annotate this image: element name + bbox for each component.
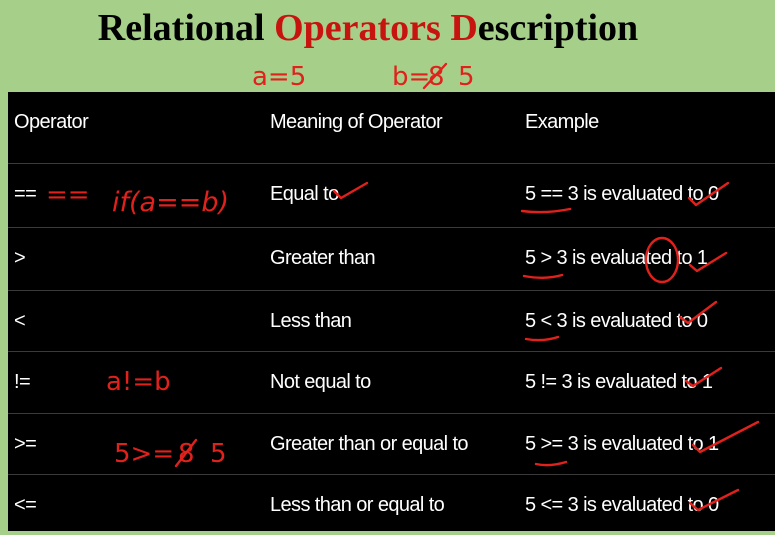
strike-line — [422, 62, 448, 90]
table-row: >= Greater than or equal to 5 >= 3 is ev… — [8, 413, 775, 474]
title-part-2: Operators — [274, 7, 441, 49]
example-cell: 5 <= 3 is evaluated to 0 — [525, 493, 719, 516]
meaning-cell: Less than — [270, 309, 352, 332]
example-cell: 5 == 3 is evaluated to 0 — [525, 182, 719, 205]
title-part-1: Relational — [97, 7, 275, 49]
page-title: Relational Operators Description — [0, 6, 736, 50]
annotation-b-struck-value: 8 — [428, 62, 445, 92]
annotation-b-equals: b= — [392, 62, 430, 92]
table-row: < Less than 5 < 3 is evaluated to 0 — [8, 290, 775, 351]
example-cell: 5 > 3 is evaluated to 1 — [525, 246, 708, 269]
operator-cell: != — [14, 370, 31, 393]
operator-cell: < — [14, 309, 26, 332]
operator-cell: >= — [14, 432, 37, 455]
title-part-4: D — [450, 7, 478, 49]
meaning-cell: Equal to — [270, 182, 339, 205]
example-cell: 5 < 3 is evaluated to 0 — [525, 309, 708, 332]
annotation-a-equals: a=5 — [252, 62, 306, 92]
operator-cell: <= — [14, 493, 37, 516]
operators-table: Operator Meaning of Operator Example == … — [8, 92, 775, 531]
title-part-5: escription — [477, 7, 639, 49]
title-part-3 — [441, 7, 451, 49]
annotation-b-value: 5 — [458, 62, 475, 92]
operator-cell: == — [14, 182, 37, 205]
table-row: == Equal to 5 == 3 is evaluated to 0 — [8, 163, 775, 224]
meaning-cell: Greater than or equal to — [270, 432, 469, 455]
operator-cell: > — [14, 246, 26, 269]
meaning-cell: Not equal to — [270, 370, 371, 393]
table-header-row: Operator Meaning of Operator Example — [8, 92, 775, 153]
header-example: Example — [525, 111, 599, 133]
header-meaning: Meaning of Operator — [270, 111, 443, 133]
meaning-cell: Greater than — [270, 246, 376, 269]
example-cell: 5 != 3 is evaluated to 1 — [525, 370, 713, 393]
header-operator: Operator — [14, 111, 89, 133]
table-row: != Not equal to 5 != 3 is evaluated to 1 — [8, 351, 775, 412]
meaning-cell: Less than or equal to — [270, 493, 445, 516]
table-row: <= Less than or equal to 5 <= 3 is evalu… — [8, 474, 775, 535]
example-cell: 5 >= 3 is evaluated to 1 — [525, 432, 719, 455]
table-row: > Greater than 5 > 3 is evaluated to 1 — [8, 227, 775, 288]
